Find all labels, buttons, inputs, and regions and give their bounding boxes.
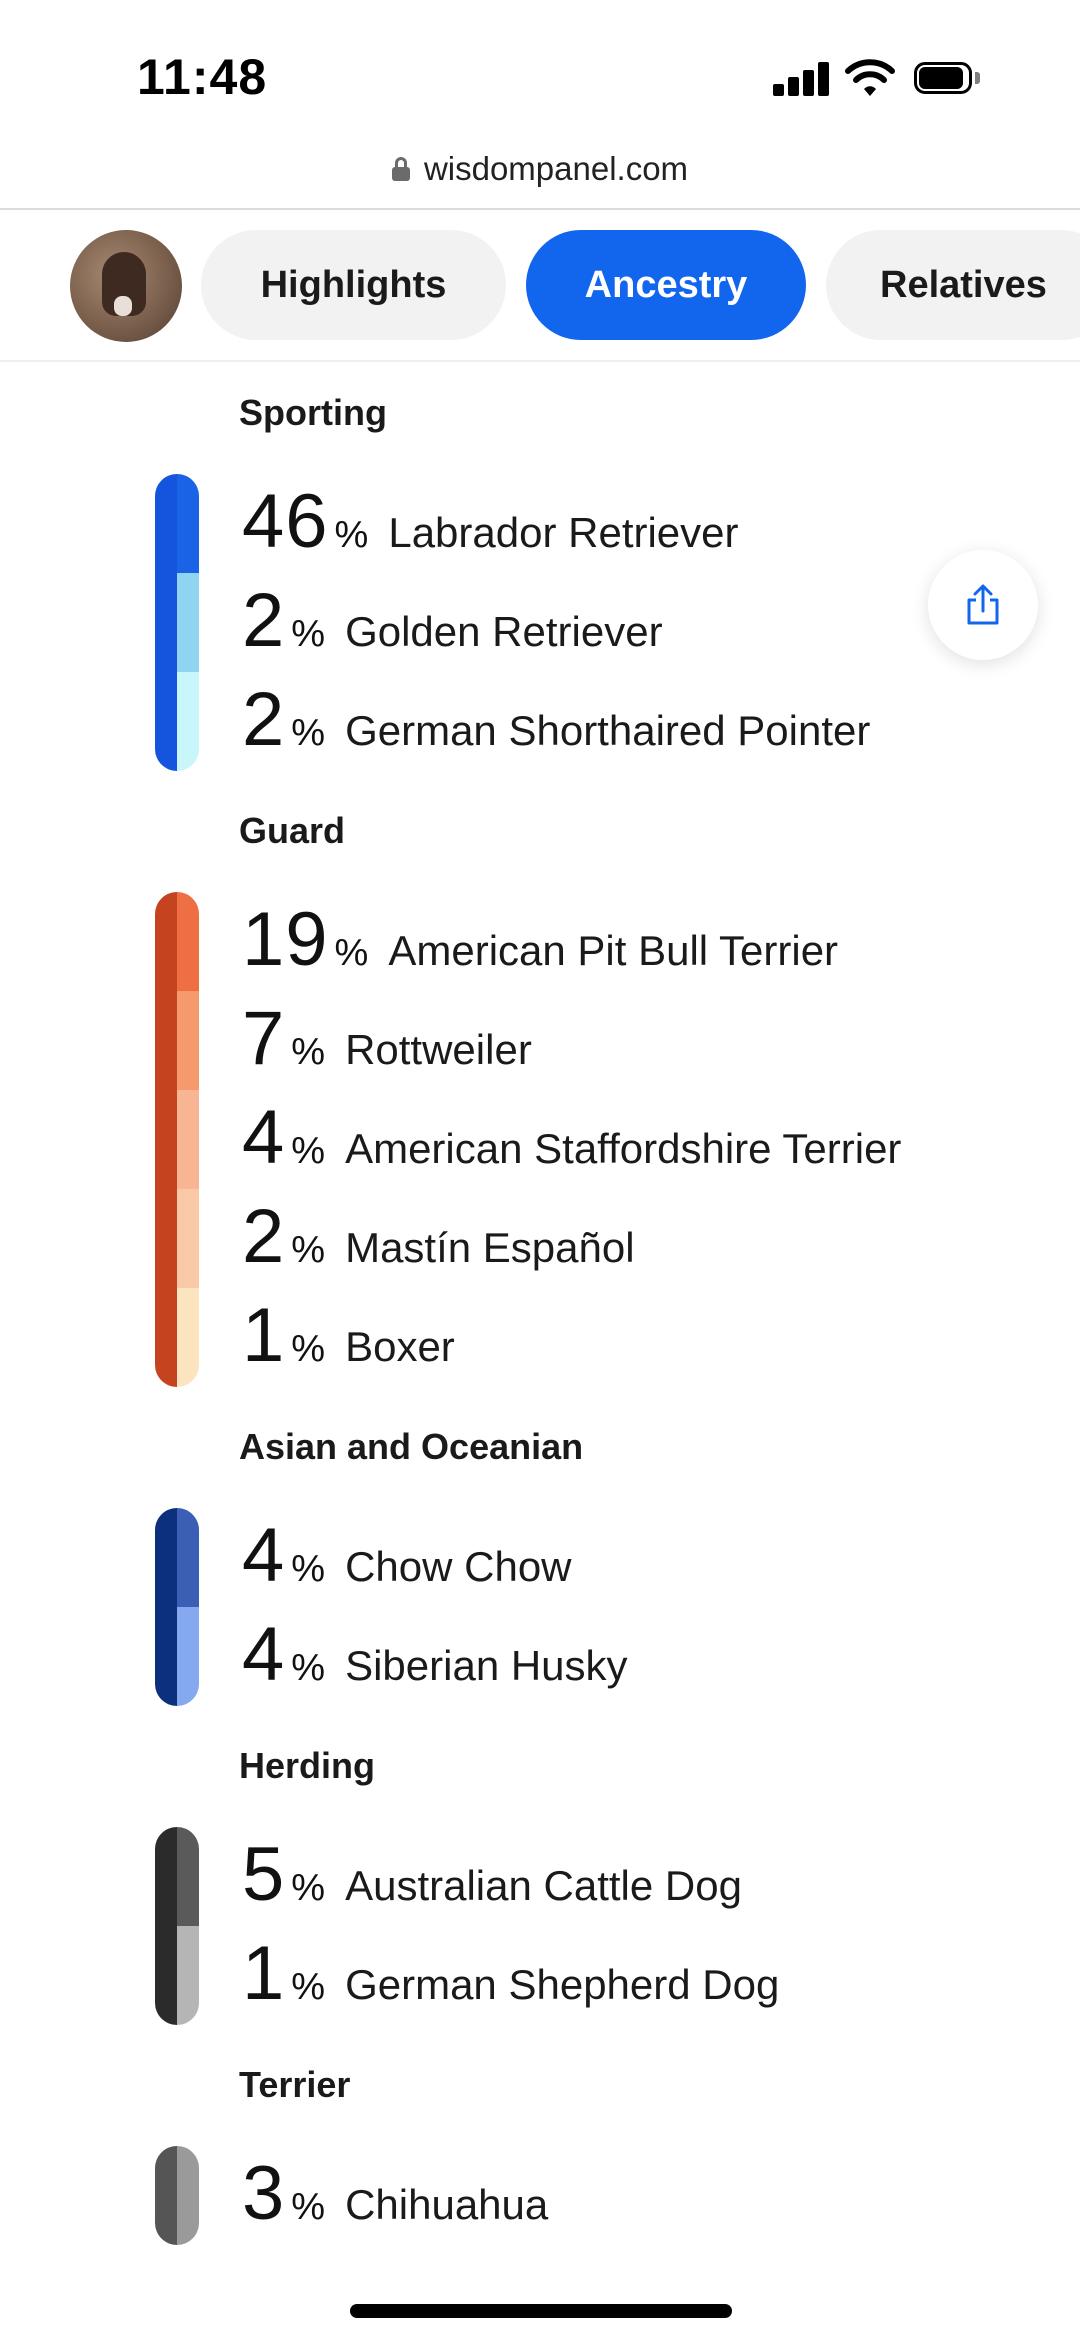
breed-row: 5 % Australian Cattle Dog [242, 1831, 742, 1930]
percent-sign: % [291, 613, 326, 655]
breed-percent: 46 [242, 479, 329, 564]
breed-percent: 7 [242, 996, 286, 1081]
breed-row: 7 % Rottweiler [242, 995, 532, 1094]
group-heading-asian-and-oceanian: Asian and Oceanian [239, 1426, 584, 1467]
breed-row: 2 % Golden Retriever [242, 577, 663, 676]
tab-relatives-label: Relatives [880, 263, 1047, 306]
group-heading-terrier: Terrier [239, 2064, 351, 2105]
breed-row: 2 % Mastín Español [242, 1193, 635, 1292]
breed-row: 4 % American Staffordshire Terrier [242, 1094, 901, 1193]
breed-name: Labrador Retriever [388, 509, 739, 556]
cellular-signal-icon [773, 62, 829, 96]
breed-name: German Shepherd Dog [345, 1961, 780, 2008]
tab-relatives[interactable]: Relatives [826, 230, 1080, 340]
breed-name: Chihuahua [345, 2181, 549, 2228]
breed-percent: 2 [242, 677, 286, 762]
group-bar-terrier [155, 2146, 199, 2245]
breed-row: 46 % Labrador Retriever [242, 478, 739, 577]
breed-percent: 19 [242, 897, 329, 982]
tab-ancestry[interactable]: Ancestry [526, 230, 806, 340]
percent-sign: % [291, 712, 326, 754]
breed-name: Chow Chow [345, 1543, 572, 1590]
percent-sign: % [291, 1229, 326, 1271]
wifi-icon [845, 58, 895, 98]
tab-ancestry-label: Ancestry [584, 263, 748, 306]
group-heading-herding: Herding [239, 1745, 376, 1786]
group-bar-sporting [155, 474, 199, 771]
status-time: 11:48 [137, 49, 268, 105]
lock-icon [391, 157, 410, 181]
breed-name: Rottweiler [345, 1026, 532, 1073]
status-bar: 11:48 [0, 0, 1080, 140]
group-bar-herding [155, 1827, 199, 2025]
percent-sign: % [291, 1130, 326, 1172]
percent-sign: % [291, 1548, 326, 1590]
divider [0, 360, 1080, 362]
share-button[interactable] [928, 550, 1038, 660]
breed-row: 3 % Chihuahua [242, 2150, 548, 2249]
breed-percent: 3 [242, 2151, 286, 2236]
percent-sign: % [291, 1867, 326, 1909]
percent-sign: % [291, 1328, 326, 1370]
percent-sign: % [291, 2186, 326, 2228]
breed-percent: 5 [242, 1832, 286, 1917]
breed-percent: 4 [242, 1513, 286, 1598]
breed-row: 19 % American Pit Bull Terrier [242, 896, 838, 995]
tab-highlights-label: Highlights [260, 263, 447, 306]
breed-percent: 2 [242, 1194, 286, 1279]
breed-row: 1 % Boxer [242, 1292, 455, 1391]
tab-highlights[interactable]: Highlights [201, 230, 506, 340]
breed-percent: 2 [242, 578, 286, 663]
breed-percent: 1 [242, 1293, 286, 1378]
breed-percent: 4 [242, 1612, 286, 1697]
breed-row: 2 % German Shorthaired Pointer [242, 676, 870, 775]
dog-avatar[interactable] [70, 230, 182, 342]
percent-sign: % [334, 932, 369, 974]
breed-percent: 1 [242, 1931, 286, 2016]
divider [0, 208, 1080, 210]
share-icon [967, 584, 999, 625]
breed-name: Golden Retriever [345, 608, 663, 655]
breed-name: Siberian Husky [345, 1642, 628, 1689]
url-text: wisdompanel.com [423, 150, 689, 187]
group-bar-asian-and-oceanian [155, 1508, 199, 1706]
breed-name: American Pit Bull Terrier [388, 927, 839, 974]
percent-sign: % [291, 1031, 326, 1073]
percent-sign: % [291, 1966, 326, 2008]
address-bar[interactable]: wisdompanel.com [0, 142, 1080, 196]
battery-icon [914, 62, 980, 96]
group-bar-guard [155, 892, 199, 1387]
group-heading-guard: Guard [239, 810, 346, 851]
percent-sign: % [334, 514, 369, 556]
home-indicator[interactable] [350, 2304, 732, 2318]
breed-percent: 4 [242, 1095, 286, 1180]
breed-name: American Staffordshire Terrier [345, 1125, 902, 1172]
percent-sign: % [291, 1647, 326, 1689]
breed-name: German Shorthaired Pointer [345, 707, 871, 754]
group-heading-sporting: Sporting [239, 392, 387, 433]
breed-row: 1 % German Shepherd Dog [242, 1930, 779, 2029]
breed-name: Australian Cattle Dog [345, 1862, 742, 1909]
breed-row: 4 % Chow Chow [242, 1512, 572, 1611]
breed-row: 4 % Siberian Husky [242, 1611, 628, 1710]
breed-name: Boxer [345, 1323, 455, 1370]
breed-name: Mastín Español [345, 1224, 635, 1271]
